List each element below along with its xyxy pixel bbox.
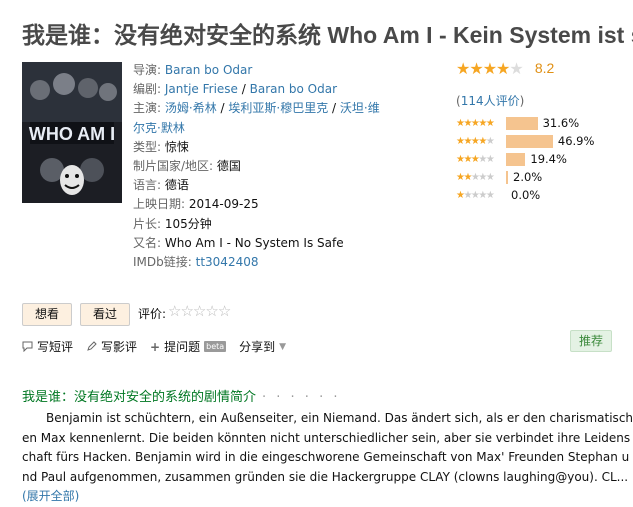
cast-label: 主演: — [133, 101, 162, 116]
rating-dist-row: ★★★★★ 19.4% — [456, 150, 594, 168]
writer-label: 编剧: — [133, 82, 162, 97]
question-label: 提问题 — [164, 340, 201, 354]
rate-label: 评价: — [138, 307, 167, 321]
release-value: 2014-09-25 — [188, 197, 259, 212]
separator: / — [328, 101, 340, 116]
dist-stars-icon: ★★★★★ — [456, 135, 495, 147]
rate-star-icon[interactable]: ☆ — [180, 302, 193, 320]
cast-link-part1[interactable]: 沃坦·维 — [340, 101, 380, 115]
dist-stars-icon: ★★★★★ — [456, 153, 495, 165]
summary-dots: · · · · · · — [262, 390, 341, 405]
separator: / — [237, 82, 250, 97]
dist-bar — [506, 152, 526, 166]
votes-link[interactable]: 114人评价 — [461, 94, 520, 108]
rate-star-icon[interactable]: ☆ — [218, 302, 231, 320]
genre-label: 类型: — [133, 139, 162, 154]
want-to-watch-button[interactable]: 想看 — [22, 303, 73, 326]
beta-badge: beta — [204, 341, 227, 352]
dist-bar — [506, 116, 538, 130]
release-label: 上映日期: — [133, 197, 186, 212]
country-label: 制片国家/地区: — [133, 159, 214, 174]
genre-value: 惊悚 — [164, 139, 189, 154]
language-value: 德语 — [164, 178, 189, 193]
summary-title: 我是谁：没有绝对安全的系统的剧情简介 — [22, 390, 257, 405]
share-label: 分享到 — [239, 340, 276, 354]
imdb-link[interactable]: tt3042408 — [196, 255, 259, 269]
rating-distribution: ★★★★★ 31.6% ★★★★★ 46.9% ★★★★★ 19.4% ★★★★★ 2.0% ★… — [456, 114, 594, 204]
director-label: 导演: — [133, 63, 162, 77]
watched-button[interactable]: 看过 — [80, 303, 131, 326]
country-value: 德国 — [216, 159, 241, 174]
aka-value: Who Am I - No System Is Safe — [164, 235, 344, 250]
dist-bar — [506, 170, 508, 184]
share-dropdown[interactable]: 分享到 ▼ — [239, 338, 286, 355]
rating-dist-row: ★★★★★ 0.0% — [456, 186, 594, 204]
rate-stars-input[interactable]: ☆☆☆☆☆ — [168, 302, 231, 320]
write-short-review-action[interactable]: 写短评 — [22, 338, 73, 355]
rating-dist-row: ★★★★★ 46.9% — [456, 132, 594, 150]
rating-votes[interactable]: (114人评价) — [456, 92, 524, 109]
write-review-action[interactable]: 写影评 — [86, 338, 137, 355]
separator: / — [216, 101, 229, 116]
short-review-label: 写短评 — [37, 340, 74, 354]
aka-label: 又名: — [133, 235, 162, 250]
cast-link[interactable]: 埃利亚斯·穆巴里克 — [228, 101, 328, 115]
rating-score: 8.2 — [534, 60, 555, 76]
rate-star-icon[interactable]: ☆ — [168, 302, 181, 320]
chevron-down-icon: ▼ — [279, 341, 287, 352]
ask-question-action[interactable]: + 提问题 beta — [150, 338, 227, 355]
writer-link[interactable]: Baran bo Odar — [250, 82, 337, 96]
cast-link[interactable]: 汤姆·希林 — [165, 101, 217, 115]
recommend-button[interactable]: 推荐 — [570, 330, 612, 352]
imdb-label: IMDb链接: — [133, 255, 192, 270]
rating-stars-icon: ★★★★★ — [456, 59, 524, 78]
dist-stars-icon: ★★★★★ — [456, 189, 495, 201]
language-label: 语言: — [133, 178, 162, 193]
movie-info: 导演: Baran bo Odar 编剧: Jantje Friese / Ba… — [133, 61, 380, 272]
runtime-value: 105分钟 — [164, 216, 212, 231]
dist-stars-icon: ★★★★★ — [456, 171, 495, 183]
movie-poster[interactable]: WHO AM I — [22, 62, 122, 203]
comment-icon — [22, 341, 33, 352]
rate-star-icon[interactable]: ☆ — [205, 302, 218, 320]
review-label: 写影评 — [101, 340, 138, 354]
rating-dist-row: ★★★★★ 2.0% — [456, 168, 594, 186]
dist-percent: 0.0% — [511, 188, 541, 202]
page-title: 我是谁：没有绝对安全的系统 Who Am I - Kein System ist… — [22, 22, 633, 48]
pencil-icon — [87, 341, 97, 351]
dist-percent: 2.0% — [513, 170, 543, 184]
dist-percent: 46.9% — [557, 134, 595, 148]
summary-body: Benjamin ist schüchtern, ein Außenseiter… — [22, 409, 633, 507]
expand-all-link[interactable]: (展开全部) — [22, 489, 79, 503]
dist-bar — [506, 134, 553, 148]
rating-dist-row: ★★★★★ 31.6% — [456, 114, 594, 132]
dist-percent: 31.6% — [542, 116, 580, 130]
summary-heading: 我是谁：没有绝对安全的系统的剧情简介 · · · · · · — [22, 386, 340, 405]
director-link[interactable]: Baran bo Odar — [165, 63, 252, 77]
action-bar: 写短评 写影评 + 提问题 beta 分享到 ▼ — [22, 338, 286, 355]
runtime-label: 片长: — [133, 216, 162, 231]
cast-link-part2[interactable]: 尔克·默林 — [133, 121, 185, 135]
poster-image: WHO AM I — [22, 62, 122, 203]
rate-star-icon[interactable]: ☆ — [193, 302, 206, 320]
plus-icon: + — [150, 339, 161, 354]
dist-stars-icon: ★★★★★ — [456, 117, 495, 129]
rating-summary: ★★★★★ 8.2 — [456, 59, 554, 78]
poster-title-text: WHO AM I — [29, 124, 115, 144]
summary-text: Benjamin ist schüchtern, ein Außenseiter… — [22, 411, 633, 484]
dist-percent: 19.4% — [530, 152, 567, 166]
writer-link[interactable]: Jantje Friese — [165, 82, 238, 96]
